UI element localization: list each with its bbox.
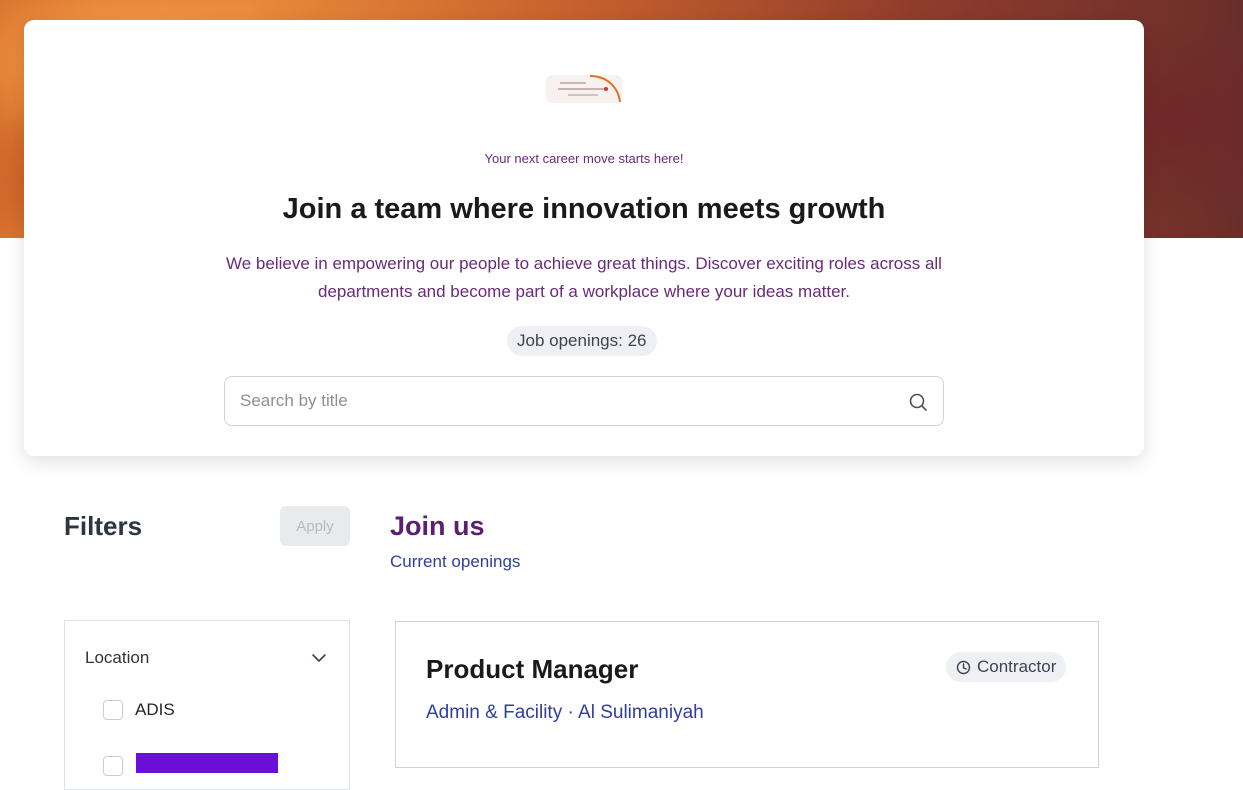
- job-card[interactable]: Product Manager Admin & Facility · Al Su…: [395, 621, 1099, 768]
- location-option-label: ADIS: [135, 700, 175, 719]
- location-filter-panel: Location ADIS: [64, 620, 350, 790]
- section-subtitle: Current openings: [390, 552, 521, 571]
- hero-description: We believe in empowering our people to a…: [226, 254, 942, 301]
- apply-filters-button[interactable]: Apply: [280, 506, 350, 546]
- location-checkbox[interactable]: [103, 700, 123, 720]
- job-title[interactable]: Product Manager: [426, 654, 638, 685]
- clock-icon: [956, 660, 971, 674]
- job-openings-badge: Job openings: 26: [507, 326, 657, 356]
- search-box[interactable]: [224, 376, 944, 426]
- job-type-label: Contractor: [977, 657, 1057, 676]
- search-input[interactable]: [240, 377, 880, 425]
- redaction-bar: [136, 753, 278, 773]
- job-meta: Admin & Facility · Al Sulimaniyah: [426, 702, 704, 723]
- filters-title: Filters: [64, 511, 143, 541]
- company-logo: [546, 75, 622, 103]
- location-filter-heading[interactable]: Location: [85, 648, 149, 668]
- page-headline: Join a team where innovation meets growt…: [282, 193, 886, 225]
- location-checkbox[interactable]: [103, 756, 123, 776]
- section-title: Join us: [390, 511, 485, 541]
- hero-tagline: Your next career move starts here!: [484, 151, 684, 166]
- job-type-badge: Contractor: [946, 652, 1067, 682]
- hero-card: Your next career move starts here! Join …: [24, 20, 1144, 456]
- location-option-redacted[interactable]: [103, 755, 135, 777]
- chevron-down-icon[interactable]: [309, 650, 329, 666]
- search-icon[interactable]: [907, 391, 929, 413]
- location-option-adis[interactable]: ADIS: [103, 699, 175, 721]
